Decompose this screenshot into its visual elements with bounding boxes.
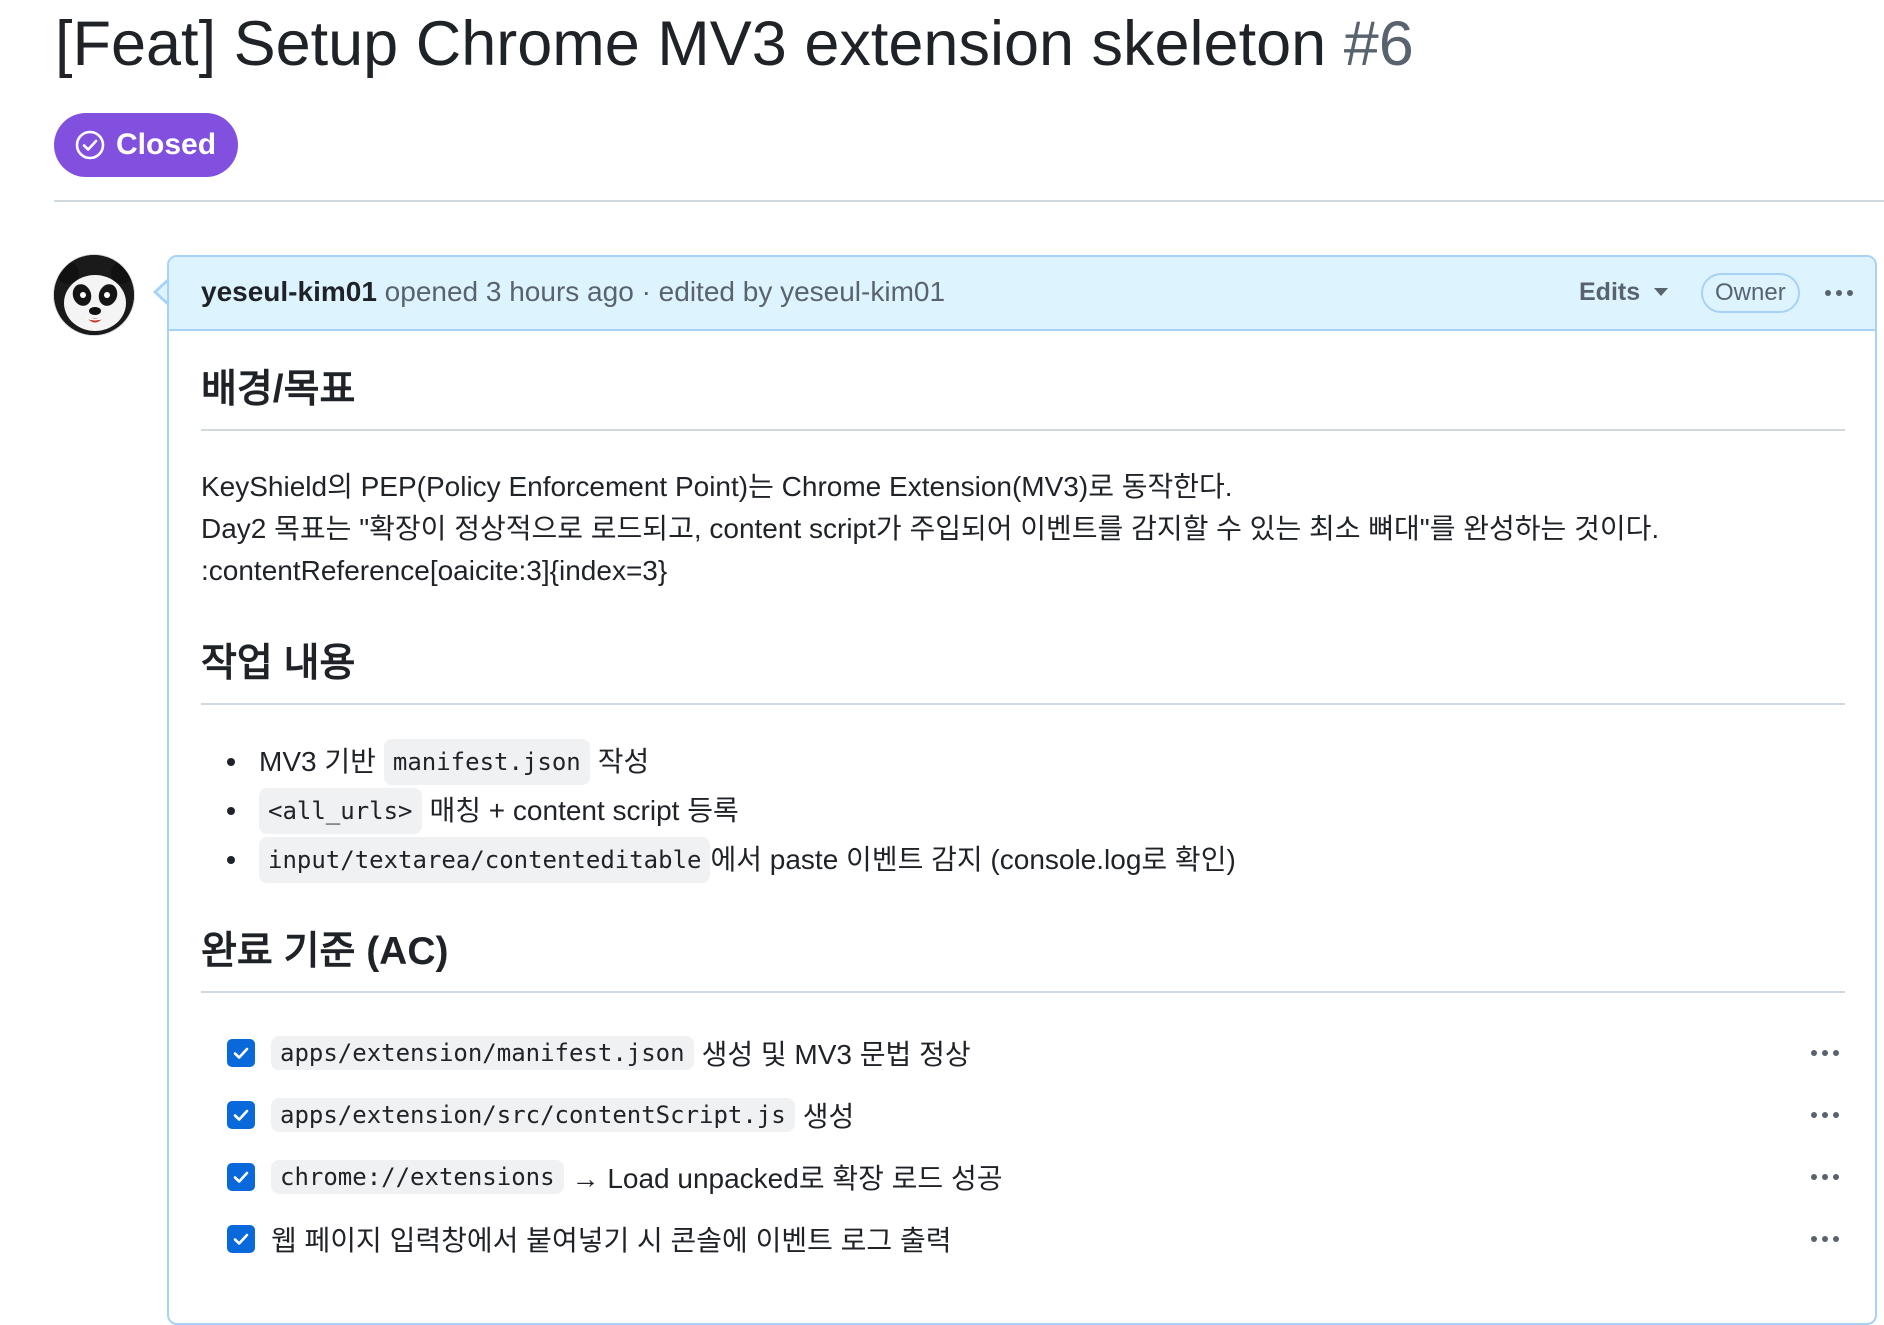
kebab-horizontal-icon	[1833, 1174, 1839, 1180]
paragraph-line: Day2 목표는 "확장이 정상적으로 로드되고, content script…	[201, 513, 1660, 544]
kebab-horizontal-icon	[1811, 1050, 1817, 1056]
inline-code: apps/extension/src/contentScript.js	[271, 1098, 795, 1132]
heading-rule	[201, 429, 1845, 431]
inline-code: chrome://extensions	[271, 1160, 564, 1194]
list-item: <all_urls> 매칭 + content script 등록	[227, 788, 739, 834]
edits-dropdown[interactable]: Edits	[1579, 275, 1669, 309]
panda-avatar-icon	[54, 255, 134, 335]
kebab-horizontal-icon	[1833, 1050, 1839, 1056]
title-divider	[54, 200, 1884, 202]
heading-acceptance-criteria: 완료 기준 (AC)	[201, 930, 449, 973]
comment-meta: yeseul-kim01 opened 3 hours ago · edited…	[201, 274, 945, 310]
kebab-horizontal-icon	[1822, 1174, 1828, 1180]
issue-title: [Feat] Setup Chrome MV3 extension skelet…	[55, 2, 1414, 86]
list-item-text: 에서 paste 이벤트 감지 (console.log로 확인)	[710, 844, 1236, 875]
list-item-text: MV3 기반	[259, 746, 376, 777]
kebab-horizontal-icon	[1847, 290, 1853, 296]
bullet-icon	[227, 807, 235, 815]
list-item-text: 매칭 + content script 등록	[429, 795, 739, 826]
list-item-text: 작성	[597, 746, 650, 777]
comment-options-button[interactable]	[1825, 290, 1853, 296]
check-icon	[233, 1109, 249, 1121]
bullet-icon	[227, 758, 235, 766]
kebab-horizontal-icon	[1822, 1236, 1828, 1242]
task-options-button[interactable]	[1811, 1236, 1839, 1242]
author-avatar[interactable]	[53, 254, 135, 336]
edits-label: Edits	[1579, 278, 1641, 306]
kebab-horizontal-icon	[1825, 290, 1831, 296]
owner-badge: Owner	[1701, 273, 1800, 313]
opened-time[interactable]: opened 3 hours ago	[385, 276, 634, 307]
edited-by: edited by yeseul-kim01	[658, 276, 946, 307]
meta-separator: ·	[641, 276, 651, 307]
check-circle-icon	[74, 129, 106, 161]
list-item: MV3 기반 manifest.json 작성	[227, 739, 649, 785]
task-options-button[interactable]	[1811, 1174, 1839, 1180]
task-list-item: apps/extension/src/contentScript.js 생성	[227, 1091, 1871, 1139]
issue-title-text: [Feat] Setup Chrome MV3 extension skelet…	[55, 9, 1327, 79]
task-options-button[interactable]	[1811, 1050, 1839, 1056]
paragraph-line: :contentReference[oaicite:3]{index=3}	[201, 555, 668, 586]
kebab-horizontal-icon	[1822, 1050, 1828, 1056]
kebab-horizontal-icon	[1811, 1112, 1817, 1118]
task-text: 생성	[802, 1101, 855, 1132]
kebab-horizontal-icon	[1836, 290, 1842, 296]
task-text: 생성 및 MV3 문법 정상	[701, 1039, 971, 1070]
heading-background-goal: 배경/목표	[201, 368, 356, 411]
kebab-horizontal-icon	[1833, 1112, 1839, 1118]
kebab-horizontal-icon	[1811, 1174, 1817, 1180]
state-badge: Closed	[54, 113, 239, 177]
check-icon	[233, 1171, 249, 1183]
task-checkbox[interactable]	[227, 1101, 255, 1129]
task-list-item: 웹 페이지 입력창에서 붙여넣기 시 콘솔에 이벤트 로그 출력	[227, 1215, 1871, 1263]
task-checkbox[interactable]	[227, 1225, 255, 1253]
bullet-icon	[227, 856, 235, 864]
task-checkbox[interactable]	[227, 1163, 255, 1191]
state-label: Closed	[116, 128, 217, 161]
issue-page: [Feat] Setup Chrome MV3 extension skelet…	[0, 0, 1884, 1325]
task-checkbox[interactable]	[227, 1039, 255, 1067]
task-options-button[interactable]	[1811, 1112, 1839, 1118]
heading-work-items: 작업 내용	[201, 642, 356, 685]
check-icon	[233, 1233, 249, 1245]
inline-code: <all_urls>	[259, 788, 422, 834]
issue-number: #6	[1343, 9, 1414, 79]
check-icon	[233, 1047, 249, 1059]
inline-code: apps/extension/manifest.json	[271, 1036, 694, 1070]
task-text: → Load unpacked로 확장 로드 성공	[571, 1163, 1003, 1194]
list-item: input/textarea/contenteditable 에서 paste …	[227, 837, 1236, 883]
inline-code: input/textarea/contenteditable	[259, 837, 711, 883]
task-list-item: apps/extension/manifest.json 생성 및 MV3 문법…	[227, 1029, 1871, 1077]
kebab-horizontal-icon	[1811, 1236, 1817, 1242]
task-text: 웹 페이지 입력창에서 붙여넣기 시 콘솔에 이벤트 로그 출력	[271, 1225, 952, 1256]
comment-header: yeseul-kim01 opened 3 hours ago · edited…	[169, 257, 1875, 331]
inline-code: manifest.json	[383, 739, 590, 785]
author-link[interactable]: yeseul-kim01	[201, 276, 377, 307]
kebab-horizontal-icon	[1822, 1112, 1828, 1118]
kebab-horizontal-icon	[1833, 1236, 1839, 1242]
paragraph-line: KeyShield의 PEP(Policy Enforcement Point)…	[201, 471, 1233, 502]
heading-rule	[201, 703, 1845, 705]
triangle-down-icon	[1654, 288, 1669, 296]
issue-body-comment: yeseul-kim01 opened 3 hours ago · edited…	[167, 255, 1877, 1325]
task-list-item: chrome://extensions → Load unpacked로 확장 …	[227, 1153, 1871, 1201]
heading-rule	[201, 991, 1845, 993]
